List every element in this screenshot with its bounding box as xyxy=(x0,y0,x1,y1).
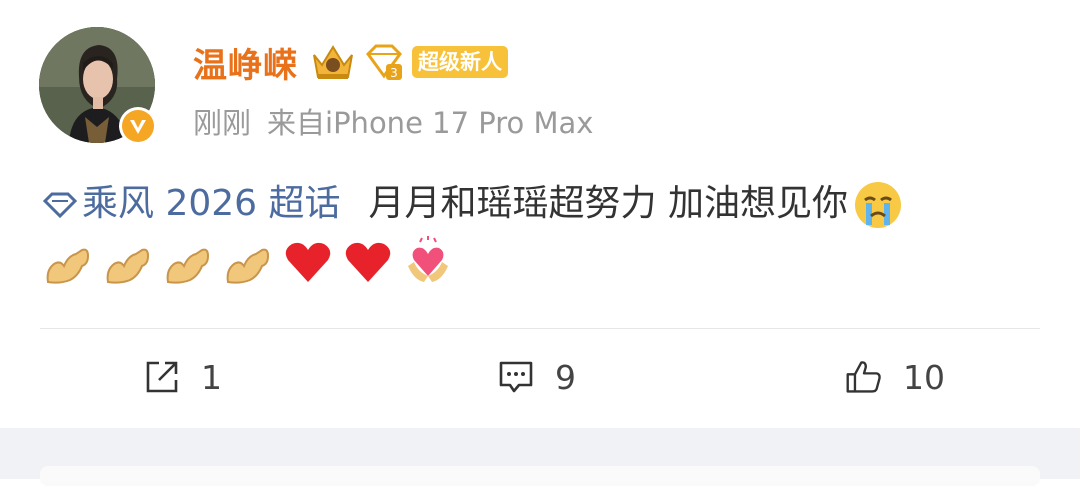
super-newbie-badge: 超级新人 xyxy=(412,46,508,78)
flexed-biceps-icon xyxy=(106,248,150,284)
repost-icon xyxy=(146,361,178,393)
super-topic-label: 乘风 2026 超话 xyxy=(82,183,341,224)
author-row: 温峥嵘 3 超级新人 xyxy=(193,38,508,87)
like-button[interactable]: 10 xyxy=(845,355,945,399)
post-source: 来自iPhone 17 Pro Max xyxy=(267,106,594,140)
post-content: 乘风 2026 超话 月月和瑶瑶超努力 加油想见你 xyxy=(42,172,904,236)
crying-face-icon xyxy=(854,182,901,228)
flexed-biceps-icon xyxy=(226,248,270,284)
comment-button[interactable]: 9 xyxy=(497,355,576,399)
vip-level-icon: 3 xyxy=(366,44,402,80)
next-post-card xyxy=(40,466,1040,486)
super-topic-link[interactable]: 乘风 2026 超话 xyxy=(42,183,341,224)
repost-button[interactable]: 1 xyxy=(143,355,222,399)
flexed-biceps-icon xyxy=(46,248,90,284)
red-heart-icon xyxy=(285,242,331,282)
comment-count: 9 xyxy=(555,357,576,397)
post-time: 刚刚 xyxy=(193,106,252,140)
emoji-row xyxy=(42,236,454,288)
super-topic-icon xyxy=(42,192,78,218)
like-count: 10 xyxy=(903,357,945,397)
post-text: 月月和瑶瑶超努力 加油想见你 xyxy=(368,183,848,224)
author-name[interactable]: 温峥嵘 xyxy=(193,38,298,87)
comment-icon xyxy=(499,361,533,393)
post-meta: 刚刚 来自iPhone 17 Pro Max xyxy=(193,100,593,142)
red-heart-icon xyxy=(345,242,391,282)
crown-icon xyxy=(313,45,353,79)
divider xyxy=(40,328,1040,329)
svg-text:3: 3 xyxy=(390,66,398,80)
thumbs-up-icon xyxy=(846,361,881,393)
weibo-post-card: 温峥嵘 3 超级新人 刚刚 来自iPhone 17 Pro Max 乘风 2026… xyxy=(0,0,1080,428)
repost-count: 1 xyxy=(201,357,222,397)
verified-badge-icon xyxy=(119,107,157,145)
flexed-biceps-icon xyxy=(166,248,210,284)
heart-hands-icon xyxy=(408,236,448,282)
